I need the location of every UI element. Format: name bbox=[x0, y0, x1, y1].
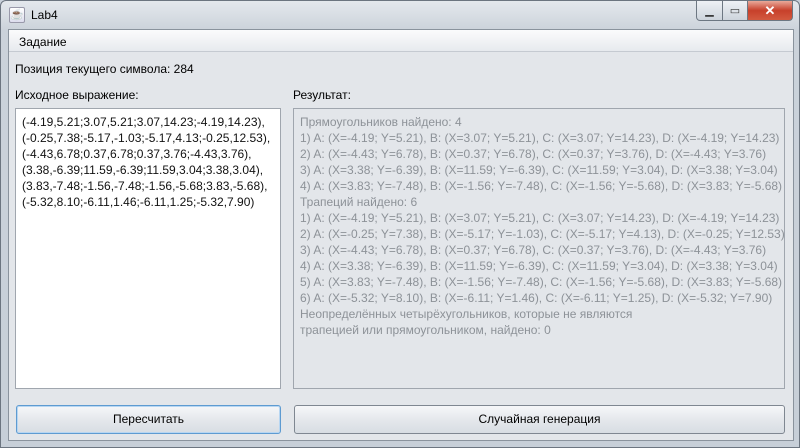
window: ☕ Lab4 ▁ ▭ ✕ Задание Позиция текущего си… bbox=[0, 0, 800, 448]
text-line: (-4.43,6.78;0.37,6.78;0.37,3.76;-4.43,3.… bbox=[22, 147, 252, 161]
text-line: 4) A: (X=3.83; Y=-7.48), B: (X=-1.56; Y=… bbox=[300, 179, 783, 193]
text-line: (-4.19,5.21;3.07,5.21;3.07,14.23;-4.19,1… bbox=[22, 115, 265, 129]
text-line: 3) A: (X=-4.43; Y=6.78), B: (X=0.37; Y=6… bbox=[300, 243, 767, 257]
source-label: Исходное выражение: bbox=[15, 88, 139, 102]
client-area: Задание Позиция текущего символа: 284 Ис… bbox=[8, 29, 794, 441]
text-line: 1) A: (X=-4.19; Y=5.21), B: (X=3.07; Y=5… bbox=[300, 211, 780, 225]
text-line: 2) A: (X=-4.43; Y=6.78), B: (X=0.37; Y=6… bbox=[300, 147, 767, 161]
text-line: 2) A: (X=-0.25; Y=7.38), B: (X=-5.17; Y=… bbox=[300, 227, 785, 241]
close-button[interactable]: ✕ bbox=[747, 1, 793, 21]
close-icon: ✕ bbox=[764, 2, 776, 18]
window-title: Lab4 bbox=[31, 8, 58, 22]
minimize-icon: ▁ bbox=[705, 5, 714, 17]
text-line: (-0.25,7.38;-5.17,-1.03;-5.17,4.13;-0.25… bbox=[22, 131, 271, 145]
text-line: Трапеций найдено: 6 bbox=[300, 195, 418, 209]
cursor-position-label: Позиция текущего символа: 284 bbox=[15, 62, 194, 76]
text-line: 6) A: (X=-5.32; Y=8.10), B: (X=-6.11; Y=… bbox=[300, 291, 773, 305]
text-line: 4) A: (X=3.38; Y=-6.39), B: (X=11.59; Y=… bbox=[300, 259, 778, 273]
maximize-button[interactable]: ▭ bbox=[722, 1, 748, 21]
maximize-icon: ▭ bbox=[729, 5, 741, 17]
text-line: (3.38,-6.39;11.59,-6.39;11.59,3.04;3.38,… bbox=[22, 163, 264, 177]
minimize-button[interactable]: ▁ bbox=[696, 1, 723, 21]
text-line: Неопределённых четырёхугольников, которы… bbox=[300, 307, 633, 321]
title-bar[interactable]: ☕ Lab4 ▁ ▭ ✕ bbox=[1, 1, 799, 29]
result-label: Результат: bbox=[293, 88, 351, 102]
text-line: 1) A: (X=-4.19; Y=5.21), B: (X=3.07; Y=5… bbox=[300, 131, 780, 145]
menu-bar: Задание bbox=[9, 30, 793, 52]
menu-task[interactable]: Задание bbox=[19, 35, 67, 49]
text-line: 3) A: (X=3.38; Y=-6.39), B: (X=11.59; Y=… bbox=[300, 163, 778, 177]
text-line: (3.83,-7.48;-1.56,-7.48;-1.56,-5.68;3.83… bbox=[22, 179, 268, 193]
random-generation-button[interactable]: Случайная генерация bbox=[294, 405, 785, 434]
text-line: Прямоугольников найдено: 4 bbox=[300, 115, 462, 129]
recalculate-button[interactable]: Пересчитать bbox=[16, 405, 281, 434]
result-textarea[interactable]: Прямоугольников найдено: 4 1) A: (X=-4.19… bbox=[293, 108, 785, 389]
java-app-icon: ☕ bbox=[9, 7, 25, 23]
source-expression-textarea[interactable]: (-4.19,5.21;3.07,5.21;3.07,14.23;-4.19,1… bbox=[15, 108, 281, 389]
text-line: (-5.32,8.10;-6.11,1.46;-6.11,1.25;-5.32,… bbox=[22, 195, 255, 209]
text-line: трапецией или прямоугольником, найдено: … bbox=[300, 323, 551, 337]
text-line: 5) A: (X=3.83; Y=-7.48), B: (X=-1.56; Y=… bbox=[300, 275, 783, 289]
